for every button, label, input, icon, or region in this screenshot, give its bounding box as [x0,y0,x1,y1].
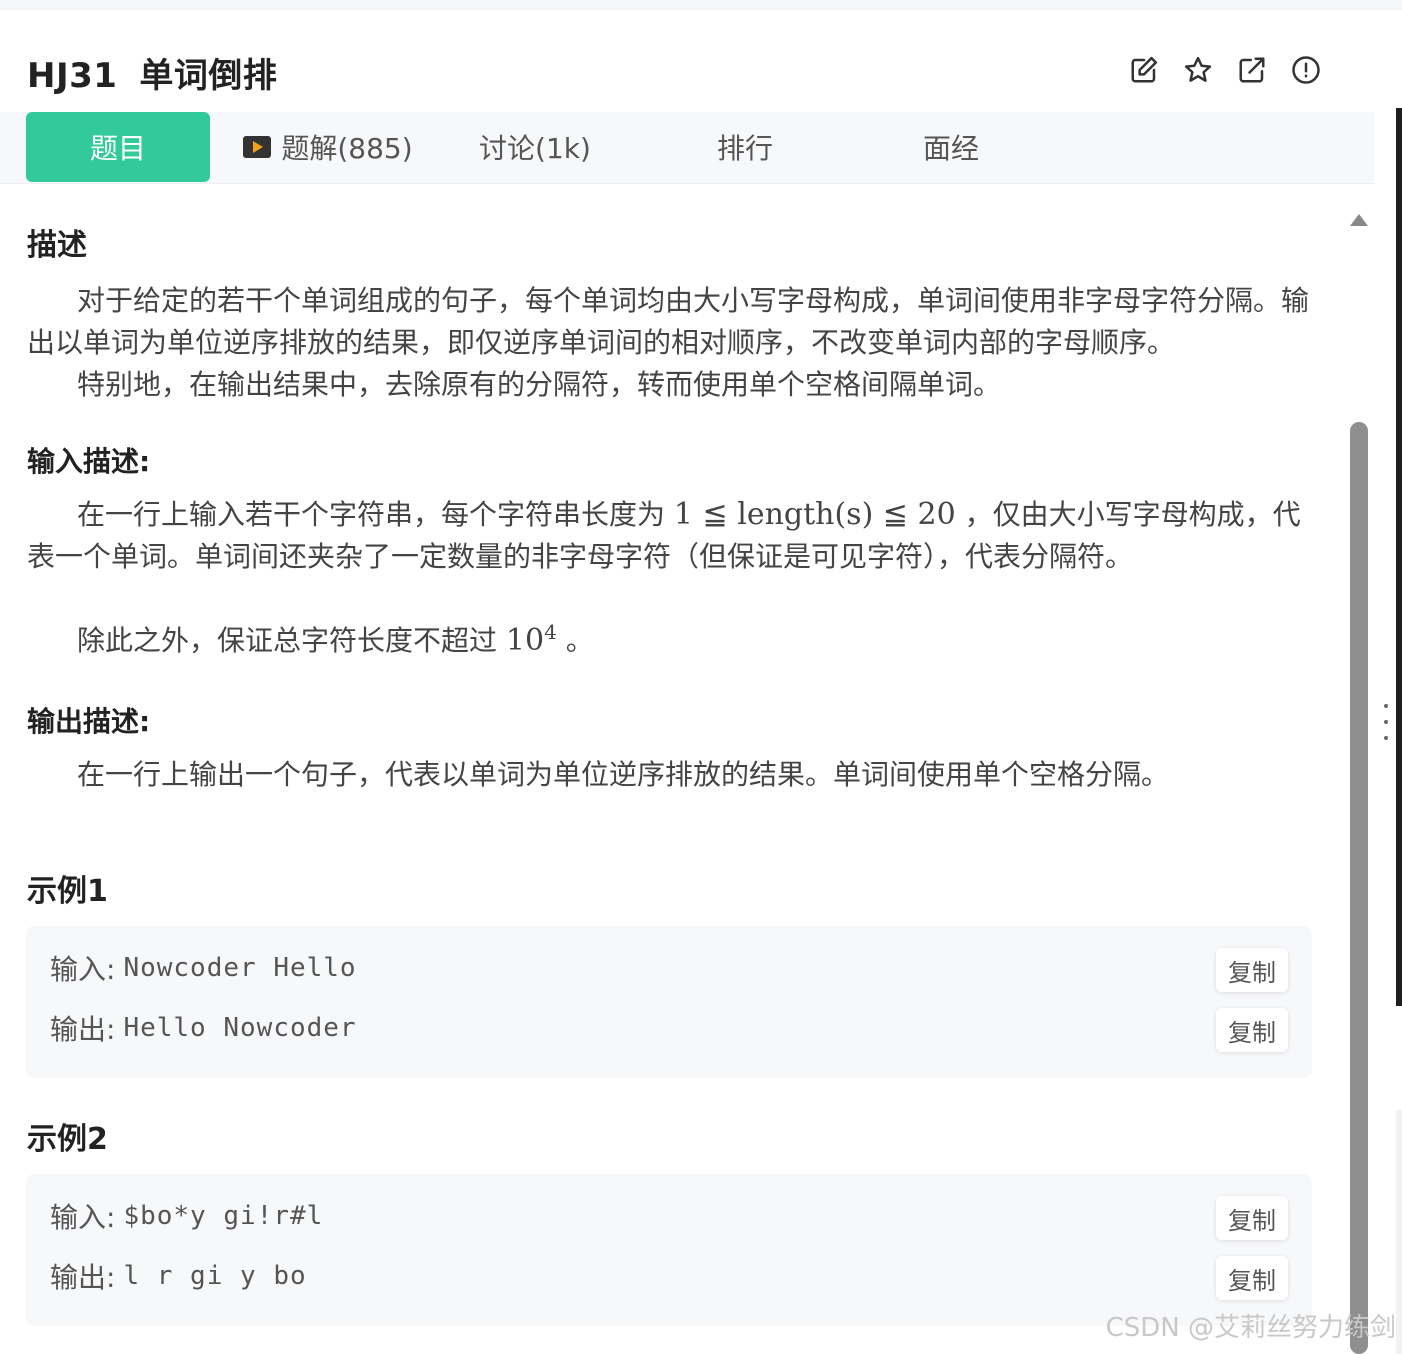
tab-label: 排行 [716,132,773,165]
tab-ranking[interactable]: 排行 [690,112,800,182]
external-link-icon[interactable] [1236,54,1268,86]
input-desc-text-d: 。 [565,624,594,657]
problem-title: 单词倒排 [139,56,278,96]
example-1-input-line: 输入: Nowcoder Hello [50,948,357,988]
description-heading: 描述 [27,228,87,263]
toolbar [1128,54,1322,86]
example-output-label: 输出: [50,1013,116,1046]
tab-discussion[interactable]: 讨论(1k) [470,112,600,182]
example-1-heading: 示例1 [27,874,108,909]
example-input-label: 输入: [50,953,116,986]
scroll-up-arrow[interactable] [1350,214,1368,226]
copy-output-button[interactable]: 复制 [1216,1256,1288,1300]
scrollbar-thumb[interactable] [1350,422,1368,1354]
watermark: CSDN @艾莉丝努力练剑 [1105,1313,1396,1343]
tab-label: 面经 [922,132,979,165]
length-constraint: 1 ≦ length(s) ≦ 20 [673,497,956,532]
example-1-output-line: 输出: Hello Nowcoder [50,1008,357,1048]
copy-input-button[interactable]: 复制 [1216,1196,1288,1240]
star-icon[interactable] [1182,54,1214,86]
input-desc-text-2: 除此之外，保证总字符长度不超过 104 。 [27,620,1317,662]
example-2-heading: 示例2 [27,1122,108,1157]
input-desc-text-a: 在一行上输入若干个字符串，每个字符串长度为 [77,498,666,531]
input-desc-heading: 输入描述: [27,445,151,478]
tab-label: 题解(885) [281,132,413,165]
input-desc-text: 在一行上输入若干个字符串，每个字符串长度为 1 ≦ length(s) ≦ 20… [27,494,1317,578]
math-exponent: 4 [544,620,557,644]
description-text: 对于给定的若干个单词组成的句子，每个单词均由大小写字母构成，单词间使用非字母字符… [27,284,1310,359]
tab-label: 题目 [89,132,146,165]
output-desc-heading: 输出描述: [27,705,151,738]
problem-content: 描述 对于给定的若干个单词组成的句子，每个单词均由大小写字母构成，单词间使用非字… [0,184,1340,1354]
tab-label: 讨论(1k) [479,132,591,165]
math-base: 10 [505,623,545,658]
example-1-box: 输入: Nowcoder Hello 复制 输出: Hello Nowcoder… [26,926,1312,1078]
report-icon[interactable] [1290,54,1322,86]
output-desc-text: 在一行上输出一个句子，代表以单词为单位逆序排放的结果。单词间使用单个空格分隔。 [77,758,1170,791]
copy-output-button[interactable]: 复制 [1216,1008,1288,1052]
tab-problem[interactable]: 题目 [26,112,210,182]
title-row: HJ31 单词倒排 [0,10,1374,112]
tab-interview[interactable]: 面经 [896,112,1006,182]
example-2-output-line: 输出: l r gi y bo [50,1256,307,1296]
copy-input-button[interactable]: 复制 [1216,948,1288,992]
example-2-input-line: 输入: $bo*y gi!r#l [50,1196,323,1236]
example-input-label: 输入: [50,1201,116,1234]
tab-bar: 题目 题解(885) 讨论(1k) 排行 面经 [0,112,1374,184]
example-1-output: Hello Nowcoder [123,1013,357,1043]
example-output-label: 输出: [50,1261,116,1294]
input-desc-text-c: 除此之外，保证总字符长度不超过 [77,624,498,657]
example-2-output: l r gi y bo [123,1261,307,1291]
page-title: HJ31 单词倒排 [27,48,277,97]
example-2-box: 输入: $bo*y gi!r#l 复制 输出: l r gi y bo 复制 [26,1174,1312,1326]
right-panel-edge [1396,108,1402,1006]
example-2-input: $bo*y gi!r#l [123,1201,324,1231]
description-text-2: 特别地，在输出结果中，去除原有的分隔符，转而使用单个空格间隔单词。 [77,368,1002,401]
tab-solutions[interactable]: 题解(885) [238,112,418,182]
top-strip [0,0,1402,10]
video-play-icon [243,136,272,158]
example-1-input: Nowcoder Hello [123,953,357,983]
total-length-constraint: 104 [505,620,557,658]
edit-icon[interactable] [1128,54,1160,86]
right-panel-edge-lower [1396,1110,1402,1354]
panel-resize-handle[interactable] [1383,704,1389,740]
problem-code: HJ31 [27,56,118,96]
